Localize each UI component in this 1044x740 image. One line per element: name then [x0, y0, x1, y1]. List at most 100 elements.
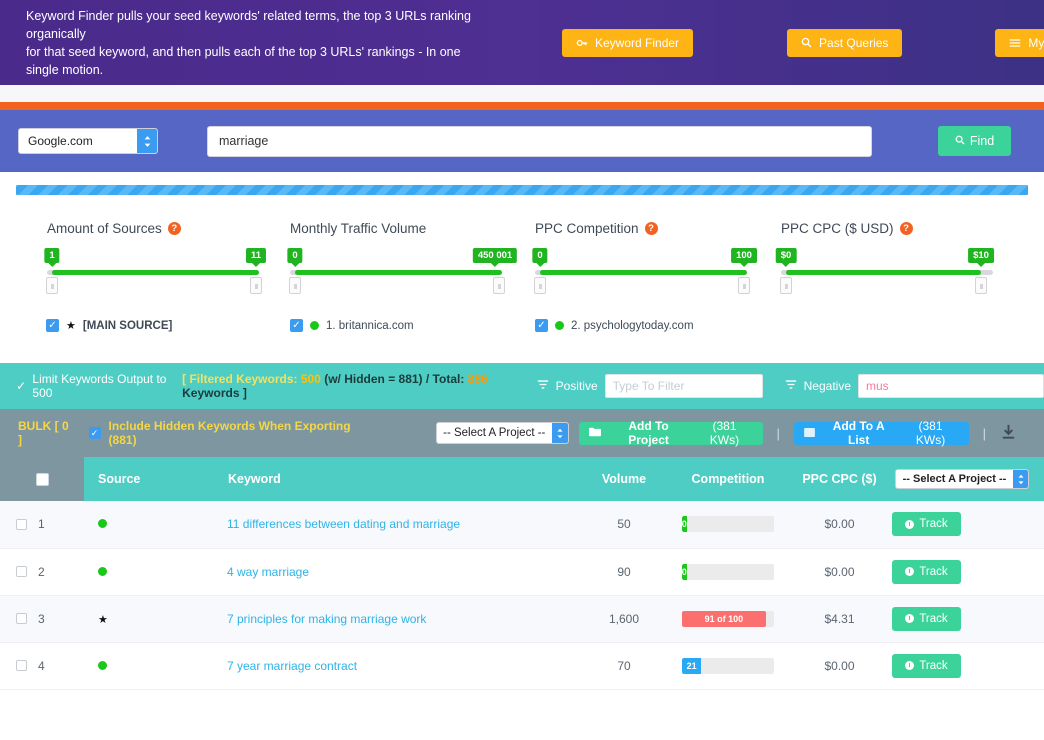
keyword-filter-bar: ✓ Limit Keywords Output to 500 [ Filtere…: [0, 363, 1044, 409]
row-source-cell: [84, 501, 227, 548]
slider-fill: [786, 270, 981, 275]
negative-filter-input[interactable]: [858, 374, 1044, 398]
keyword-link[interactable]: 7 year marriage contract: [227, 659, 357, 673]
include-hidden-checkbox[interactable]: ✓: [88, 427, 101, 439]
list-icon: [1009, 38, 1021, 48]
help-icon[interactable]: ?: [167, 222, 181, 235]
bulk-project-select[interactable]: -- Select A Project --: [435, 422, 569, 444]
table-row[interactable]: 4 7 year marriage contract 70 21 $0.00 T…: [0, 642, 1044, 689]
header-volume[interactable]: Volume: [579, 457, 669, 501]
row-action-cell: Track: [892, 548, 1044, 595]
table-row[interactable]: 1 11 differences between dating and marr…: [0, 501, 1044, 548]
range-slider[interactable]: 1 11: [44, 248, 267, 294]
search-input[interactable]: [207, 125, 872, 157]
track-button[interactable]: Track: [892, 653, 961, 678]
clock-icon: [905, 567, 915, 576]
filter-label: Amount of Sources: [47, 221, 162, 236]
negative-filter-label: Negative: [803, 379, 851, 393]
table-header-row: Source Keyword Volume Competition PPC CP…: [0, 457, 1044, 501]
header-keyword[interactable]: Keyword: [227, 457, 579, 501]
competition-bar-fill: 91 of 100: [682, 610, 766, 627]
table-project-value: -- Select A Project --: [902, 473, 1007, 485]
track-button[interactable]: Track: [892, 559, 961, 584]
row-checkbox[interactable]: [16, 613, 27, 624]
slider-min-handle[interactable]: [289, 277, 301, 294]
slider-fill: [540, 270, 747, 275]
filter-ppc-competition: PPC Competition ? 0 100: [490, 221, 757, 294]
add-to-list-count: (381 KWs): [915, 419, 946, 447]
row-checkbox[interactable]: [16, 566, 27, 577]
search-icon: [801, 37, 812, 48]
table-row[interactable]: 3 ★ 7 principles for making marriage wor…: [0, 595, 1044, 642]
track-label: Track: [919, 612, 948, 625]
keyword-link[interactable]: 7 principles for making marriage work: [227, 612, 426, 626]
green-dot-icon: [98, 519, 107, 529]
header-cpc[interactable]: PPC CPC ($): [787, 457, 892, 501]
header-competition[interactable]: Competition: [669, 457, 787, 501]
row-checkbox[interactable]: [16, 660, 27, 671]
slider-fill: [295, 270, 502, 275]
filter-label: Monthly Traffic Volume: [290, 221, 427, 236]
row-checkbox[interactable]: [16, 518, 27, 530]
limit-output-checkbox[interactable]: ✓: [16, 379, 26, 393]
filter-funnel-icon: [537, 377, 549, 395]
select-all-checkbox[interactable]: [35, 472, 49, 486]
slider-min-handle[interactable]: [780, 277, 792, 294]
source-item-britannica[interactable]: ✓ 1. britannica.com: [245, 319, 490, 332]
row-competition-cell: 0: [669, 501, 787, 548]
filter-funnel-icon: [785, 377, 797, 395]
row-volume-cell: 90: [617, 564, 631, 579]
slider-max-handle[interactable]: [975, 277, 987, 294]
range-slider[interactable]: 0 100: [532, 248, 757, 294]
keyword-finder-button[interactable]: Keyword Finder: [562, 28, 694, 57]
slider-min-handle[interactable]: [46, 277, 58, 294]
table-row[interactable]: 2 4 way marriage 90 0 $0.00 Track: [0, 548, 1044, 595]
keyword-link[interactable]: 4 way marriage: [227, 565, 309, 579]
my-lists-button[interactable]: My Lists: [995, 28, 1044, 57]
search-engine-value: Google.com: [28, 134, 93, 148]
checkbox-checked-icon[interactable]: ✓: [46, 319, 59, 332]
past-queries-button[interactable]: Past Queries: [787, 28, 903, 57]
positive-filter-input[interactable]: [604, 374, 763, 398]
source-label: 2. psychologytoday.com: [571, 319, 694, 332]
keyword-link[interactable]: 11 differences between dating and marria…: [227, 517, 460, 531]
row-number: 4: [38, 658, 45, 673]
search-icon: [955, 134, 965, 148]
row-competition-cell: 21: [669, 642, 787, 689]
download-icon[interactable]: [1000, 423, 1017, 443]
help-icon[interactable]: ?: [899, 222, 913, 235]
chevron-updown-icon: [551, 423, 568, 443]
divider: |: [982, 425, 986, 441]
divider: |: [776, 425, 780, 441]
source-item-main[interactable]: ✓ ★ [MAIN SOURCE]: [0, 319, 245, 332]
track-button[interactable]: Track: [892, 512, 961, 537]
top-banner: Keyword Finder pulls your seed keywords'…: [0, 0, 1044, 85]
filter-title: PPC CPC ($ USD) ?: [781, 221, 980, 236]
competition-bar: 91 of 100: [682, 610, 774, 627]
find-button[interactable]: Find: [938, 126, 1011, 156]
total-count: 886: [467, 372, 488, 386]
search-bar: Google.com Find: [0, 110, 1044, 172]
header-source[interactable]: Source: [84, 457, 227, 501]
add-to-project-button[interactable]: Add To Project (381 KWs): [578, 419, 763, 447]
checkbox-checked-icon[interactable]: ✓: [290, 319, 303, 332]
help-icon[interactable]: ?: [644, 222, 658, 235]
source-item-psychologytoday[interactable]: ✓ 2. psychologytoday.com: [490, 319, 735, 332]
slider-fill: [52, 270, 259, 275]
row-cpc-cell: $0.00: [824, 517, 855, 532]
checkbox-checked-icon[interactable]: ✓: [535, 319, 548, 332]
filter-label: PPC Competition: [535, 221, 639, 236]
filter-amount-of-sources: Amount of Sources ? 1 11: [0, 221, 267, 294]
track-button[interactable]: Track: [892, 606, 961, 631]
include-hidden-label: Include Hidden Keywords When Exporting (…: [108, 419, 351, 447]
range-slider[interactable]: $0 $10: [775, 248, 994, 294]
table-project-select[interactable]: -- Select A Project --: [895, 469, 1029, 489]
slider-min-handle[interactable]: [534, 277, 546, 294]
header-select-all: [0, 457, 84, 501]
search-engine-select[interactable]: Google.com: [18, 128, 158, 154]
row-competition-cell: 91 of 100: [669, 595, 787, 642]
filter-title: PPC Competition ?: [535, 221, 735, 236]
filter-ppc-cpc: PPC CPC ($ USD) ? $0 $10: [735, 221, 994, 294]
range-slider[interactable]: 0 450 001: [287, 248, 518, 294]
add-to-list-button[interactable]: Add To A List (381 KWs): [793, 419, 969, 447]
